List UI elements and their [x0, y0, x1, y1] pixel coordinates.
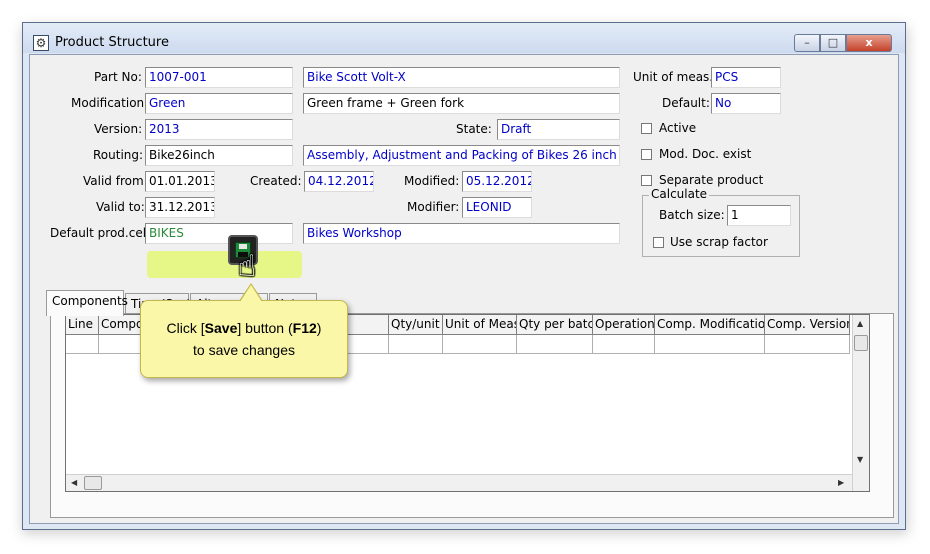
- column-header-comp-version[interactable]: Comp. Version: [765, 315, 850, 335]
- state-field[interactable]: Draft: [497, 119, 620, 140]
- grid-cell[interactable]: [593, 335, 655, 354]
- callout-text: ): [316, 320, 322, 336]
- column-header-line[interactable]: Line: [66, 315, 99, 335]
- hand-pointer-icon: ☝: [238, 249, 257, 284]
- unit-of-meas-label: Unit of meas.:: [633, 70, 718, 84]
- valid-from-label: Valid from:: [83, 174, 148, 188]
- scroll-up-icon[interactable]: ▲: [857, 319, 863, 328]
- default-prod-cell-label: Default prod.cell:: [50, 226, 154, 240]
- modifier-label: Modifier:: [407, 200, 460, 214]
- routing-field[interactable]: Bike26inch: [145, 145, 293, 166]
- window-title: Product Structure: [55, 35, 169, 50]
- routing-label: Routing:: [93, 148, 144, 162]
- grid-cell[interactable]: [655, 335, 765, 354]
- modification-field[interactable]: Green: [145, 93, 293, 114]
- column-header-operation[interactable]: Operation: [593, 315, 655, 335]
- part-name-field[interactable]: Bike Scott Volt-X: [303, 67, 620, 88]
- scroll-right-icon[interactable]: ▶: [838, 478, 844, 487]
- product-structure-window: ⚙ Product Structure – □ x Part No: 1007-…: [22, 22, 906, 530]
- state-label: State:: [456, 122, 492, 136]
- grid-cell[interactable]: [765, 335, 850, 354]
- column-header-unit-of-meas[interactable]: Unit of Meas.: [443, 315, 517, 335]
- separate-product-label: Separate product: [659, 173, 764, 187]
- default-label: Default:: [662, 96, 710, 110]
- modified-label: Modified:: [404, 174, 460, 188]
- default-prod-cell-field[interactable]: BIKES: [145, 223, 293, 244]
- tab-components[interactable]: Components: [46, 290, 128, 316]
- mod-doc-exist-checkbox[interactable]: [641, 149, 652, 160]
- calculate-group: Calculate Batch size: 1 Use scrap factor: [642, 187, 800, 257]
- active-checkbox[interactable]: [641, 123, 652, 134]
- batch-size-field[interactable]: 1: [727, 205, 791, 226]
- created-field[interactable]: 04.12.2012: [304, 171, 374, 192]
- maximize-button[interactable]: □: [820, 34, 846, 52]
- gear-icon: ⚙: [33, 35, 49, 51]
- callout-shortcut: F12: [292, 320, 317, 336]
- modifier-field[interactable]: LEONID: [462, 197, 532, 218]
- grid-cell[interactable]: [389, 335, 443, 354]
- valid-to-label: Valid to:: [96, 200, 145, 214]
- valid-to-field[interactable]: 31.12.2013: [145, 197, 215, 218]
- routing-description-field[interactable]: Assembly, Adjustment and Packing of Bike…: [303, 145, 620, 166]
- grid-cell[interactable]: [66, 335, 99, 354]
- grid-cell[interactable]: [443, 335, 517, 354]
- part-no-label: Part No:: [94, 70, 142, 84]
- prod-cell-description-field[interactable]: Bikes Workshop: [303, 223, 620, 244]
- modified-field[interactable]: 05.12.2012: [462, 171, 532, 192]
- created-label: Created:: [250, 174, 302, 188]
- grid-cell[interactable]: [517, 335, 593, 354]
- modification-label: Modification:: [71, 96, 149, 110]
- calculate-group-title: Calculate: [649, 187, 710, 201]
- column-header-qty-unit[interactable]: Qty/unit: [389, 315, 443, 335]
- default-field[interactable]: No: [711, 93, 781, 114]
- separate-product-checkbox[interactable]: [641, 175, 652, 186]
- callout-line-1: Click [Save] button (F12): [141, 317, 347, 339]
- scroll-down-icon[interactable]: ▼: [857, 455, 863, 464]
- version-label: Version:: [94, 122, 143, 136]
- part-no-field[interactable]: 1007-001: [145, 67, 293, 88]
- close-button[interactable]: x: [846, 34, 892, 52]
- save-callout: Click [Save] button (F12) to save change…: [140, 283, 348, 378]
- version-field[interactable]: 2013: [145, 119, 293, 140]
- valid-from-field[interactable]: 01.01.2013: [145, 171, 215, 192]
- horizontal-scrollbar[interactable]: ◀ ▶: [66, 474, 852, 491]
- minimize-button[interactable]: –: [794, 34, 820, 52]
- column-header-comp-modification[interactable]: Comp. Modification: [655, 315, 765, 335]
- horizontal-scroll-thumb[interactable]: [84, 476, 102, 490]
- scroll-left-icon[interactable]: ◀: [71, 478, 77, 487]
- batch-size-label: Batch size:: [659, 208, 725, 222]
- callout-text: Click [: [166, 320, 205, 336]
- callout-line-2: to save changes: [193, 342, 295, 358]
- callout-text: ] button (: [237, 320, 293, 336]
- vertical-scrollbar[interactable]: ▲ ▼: [852, 315, 869, 491]
- field-highlight: [147, 251, 302, 278]
- callout-save-word: Save: [204, 320, 238, 336]
- use-scrap-factor-checkbox[interactable]: [653, 237, 664, 248]
- title-bar: ⚙ Product Structure – □ x: [23, 23, 905, 53]
- unit-of-meas-field[interactable]: PCS: [711, 67, 781, 88]
- mod-doc-exist-label: Mod. Doc. exist: [659, 147, 752, 161]
- active-label: Active: [659, 121, 697, 135]
- use-scrap-factor-label: Use scrap factor: [670, 235, 768, 249]
- vertical-scroll-thumb[interactable]: [854, 335, 868, 351]
- modification-description-field[interactable]: Green frame + Green fork: [303, 93, 620, 114]
- column-header-qty-per-batch[interactable]: Qty per batch: [517, 315, 593, 335]
